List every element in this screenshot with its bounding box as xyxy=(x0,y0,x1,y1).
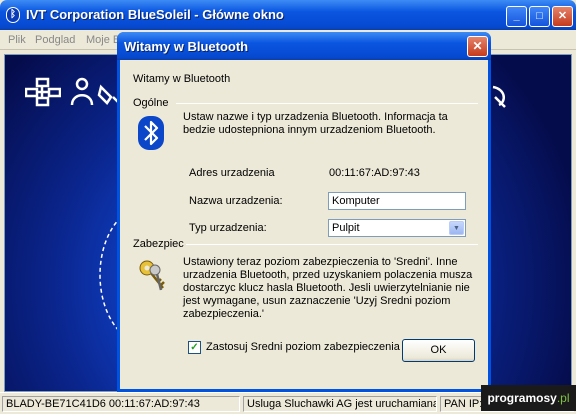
device-name-input[interactable]: Komputer xyxy=(328,192,466,210)
device-type-select[interactable]: Pulpit ▼ xyxy=(328,219,466,237)
user-icon[interactable] xyxy=(69,77,95,107)
watermark-suffix: .pl xyxy=(556,391,570,405)
general-heading: Ogólne xyxy=(133,97,169,109)
bluetooth-icon: ᛒ xyxy=(6,7,20,23)
welcome-dialog: Witamy w Bluetooth ✕ Witamy w Bluetooth … xyxy=(117,32,491,392)
device-type-label: Typ urzadzenia: xyxy=(189,222,267,234)
security-checkbox[interactable]: ✓ xyxy=(188,341,201,354)
dialog-title: Witamy w Bluetooth xyxy=(124,39,249,54)
main-titlebar[interactable]: ᛒ IVT Corporation BlueSoleil - Główne ok… xyxy=(0,0,576,30)
security-description: Ustawiony teraz poziom zabezpieczenia to… xyxy=(183,256,473,320)
keys-icon xyxy=(139,260,165,291)
menu-my-bluetooth[interactable]: Moje B xyxy=(86,34,120,46)
device-type-value: Pulpit xyxy=(332,222,360,234)
dialog-body: Witamy w Bluetooth Ogólne Ustaw nazwe i … xyxy=(120,60,488,389)
device-name-label: Nazwa urzadzenia: xyxy=(189,195,283,207)
watermark: programosy.pl xyxy=(481,385,576,411)
main-close-button[interactable]: ✕ xyxy=(552,6,573,27)
dialog-titlebar[interactable]: Witamy w Bluetooth ✕ xyxy=(117,32,491,60)
maximize-button[interactable]: □ xyxy=(529,6,550,27)
menu-file[interactable]: Plik xyxy=(8,34,26,46)
headset-icon[interactable] xyxy=(489,83,511,109)
status-service: Usluga Sluchawki AG jest uruchamiana. xyxy=(243,396,437,412)
watermark-prefix: programosy xyxy=(487,391,557,405)
general-divider xyxy=(176,103,478,104)
menu-view[interactable]: Podglad xyxy=(35,34,75,46)
network-hub-icon[interactable] xyxy=(25,77,61,107)
dialog-close-button[interactable]: ✕ xyxy=(467,36,488,57)
ok-button[interactable]: OK xyxy=(402,339,475,362)
address-label: Adres urzadzenia xyxy=(189,167,275,179)
bluetooth-logo-icon xyxy=(138,116,164,150)
chevron-down-icon[interactable]: ▼ xyxy=(449,221,464,235)
welcome-text: Witamy w Bluetooth xyxy=(133,73,231,85)
security-heading: Zabezpiec xyxy=(133,238,184,250)
security-checkbox-label[interactable]: Zastosuj Sredni poziom zabezpieczenia xyxy=(206,341,400,353)
general-description: Ustaw nazwe i typ urzadzenia Bluetooth. … xyxy=(183,111,448,136)
status-device: BLADY-BE71C41D6 00:11:67:AD:97:43 xyxy=(2,396,240,412)
security-divider xyxy=(186,244,478,245)
main-window-title: IVT Corporation BlueSoleil - Główne okno xyxy=(26,7,284,22)
address-value: 00:11:67:AD:97:43 xyxy=(329,167,420,179)
minimize-button[interactable]: _ xyxy=(506,6,527,27)
